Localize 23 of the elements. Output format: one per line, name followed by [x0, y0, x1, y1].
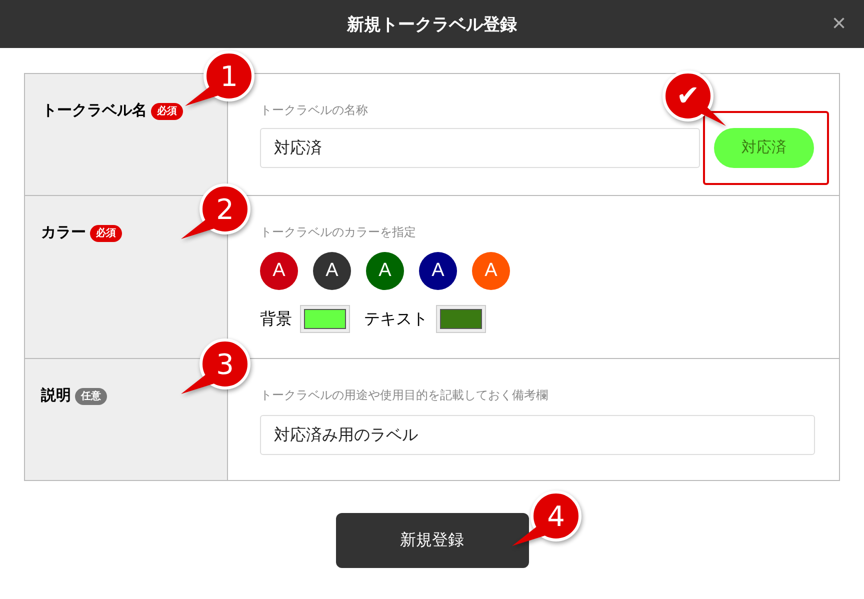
color-swatch[interactable]: A: [260, 252, 298, 290]
dialog-title: 新規トークラベル登録: [347, 14, 517, 36]
field-label: トークラベル名: [42, 101, 147, 121]
requirement-badge: 必須: [151, 103, 183, 120]
field-hint: トークラベルの名称: [260, 102, 369, 118]
color-picker-label: 背景: [260, 310, 292, 330]
color-swatch[interactable]: A: [366, 252, 404, 290]
color-picker[interactable]: [300, 305, 350, 333]
color-picker-label: テキスト: [364, 310, 428, 330]
requirement-badge: 任意: [75, 388, 107, 405]
color-swatch[interactable]: A: [419, 252, 457, 290]
register-button[interactable]: 新規登録: [336, 513, 528, 568]
field-hint: トークラベルのカラーを指定: [260, 224, 417, 240]
color-picker[interactable]: [436, 305, 486, 333]
field-label: カラー: [41, 223, 86, 243]
field-hint: トークラベルの用途や使用目的を記載しておく備考欄: [260, 387, 549, 403]
field-label: 説明: [41, 386, 71, 406]
close-button[interactable]: ×: [828, 12, 850, 36]
requirement-badge: 必須: [90, 225, 122, 242]
color-swatch[interactable]: A: [313, 252, 351, 290]
label-preview: 対応済: [714, 128, 814, 168]
description-field[interactable]: 対応済み用のラベル: [260, 415, 815, 455]
label-name-field[interactable]: 対応済: [260, 128, 700, 168]
